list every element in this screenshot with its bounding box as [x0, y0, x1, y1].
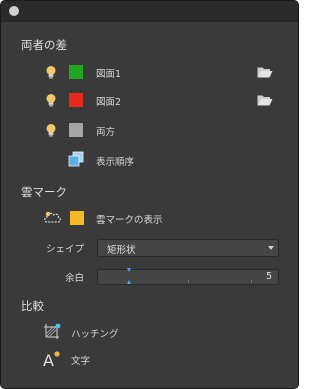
layer-label-both: 両方: [96, 127, 116, 138]
lightbulb-icon[interactable]: [45, 123, 57, 138]
cloud-show-label[interactable]: 雲マークの表示: [96, 212, 163, 226]
layer-label-drawing2: 図面2: [96, 97, 122, 108]
slider-tick: [188, 280, 189, 283]
color-swatch-drawing1[interactable]: [69, 65, 83, 79]
slider-thumb-top[interactable]: [127, 268, 131, 272]
margin-label: 余白: [65, 273, 85, 284]
shape-select-value: 矩形状: [107, 245, 136, 256]
text-compare-label[interactable]: 文字: [71, 353, 90, 367]
folder-open-icon[interactable]: [257, 94, 273, 106]
shape-label: シェイプ: [46, 244, 85, 255]
color-swatch-both[interactable]: [69, 123, 83, 137]
panel-titlebar: [1, 1, 298, 22]
color-swatch-drawing2[interactable]: [69, 93, 83, 107]
section-title-compare: 比較: [21, 299, 44, 313]
chevron-down-icon: [268, 246, 274, 250]
text-compare-icon[interactable]: A: [43, 350, 61, 368]
compare-panel: 両者の差 図面1 図面2 両方 表示順序 雲マーク 雲マークの表示 シェイプ 矩…: [0, 0, 299, 389]
cloud-color-swatch[interactable]: [70, 211, 84, 225]
close-button[interactable]: [9, 6, 19, 16]
section-title-difference: 両者の差: [21, 38, 67, 52]
shape-select[interactable]: 矩形状: [97, 239, 279, 257]
cloud-mark-icon[interactable]: [43, 210, 63, 226]
svg-text:A: A: [43, 351, 54, 368]
margin-value[interactable]: 5: [266, 271, 272, 282]
folder-open-icon[interactable]: [257, 66, 273, 78]
lightbulb-icon[interactable]: [45, 65, 57, 80]
margin-slider[interactable]: 5: [97, 268, 279, 285]
display-order-icon[interactable]: [68, 151, 84, 167]
hatching-label[interactable]: ハッチング: [71, 326, 119, 340]
lightbulb-icon[interactable]: [45, 93, 57, 108]
hatching-icon[interactable]: [43, 323, 61, 340]
layer-label-drawing1: 図面1: [96, 69, 122, 80]
section-title-cloud: 雲マーク: [21, 185, 67, 199]
display-order-label[interactable]: 表示順序: [96, 154, 134, 168]
slider-thumb-bottom[interactable]: [127, 280, 131, 284]
slider-tick: [251, 280, 252, 283]
